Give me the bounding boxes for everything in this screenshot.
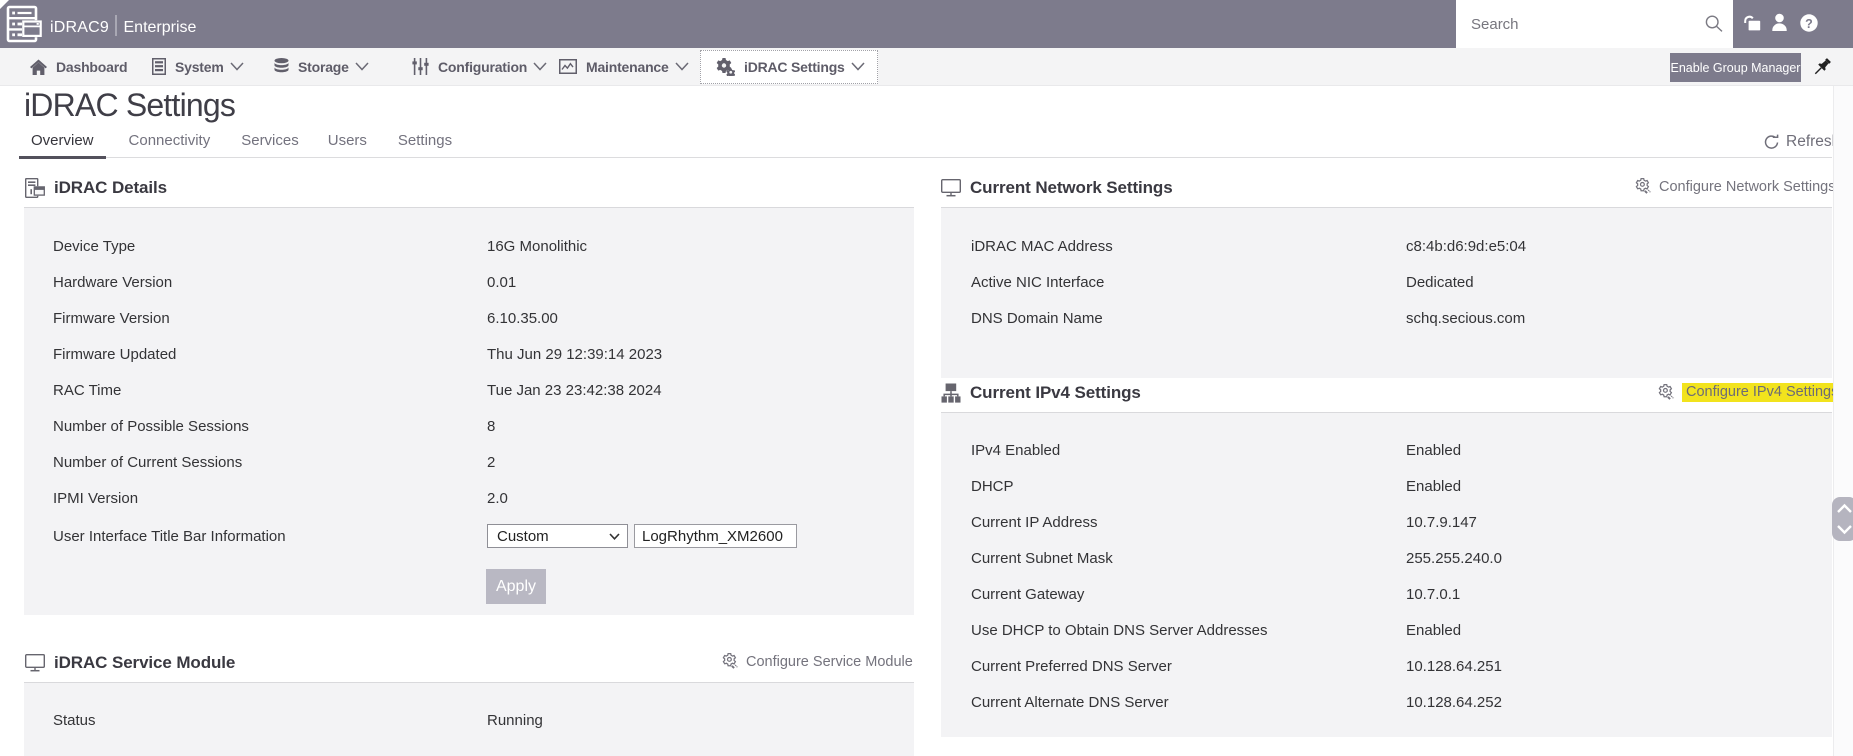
svg-text:?: ? <box>1805 17 1813 31</box>
